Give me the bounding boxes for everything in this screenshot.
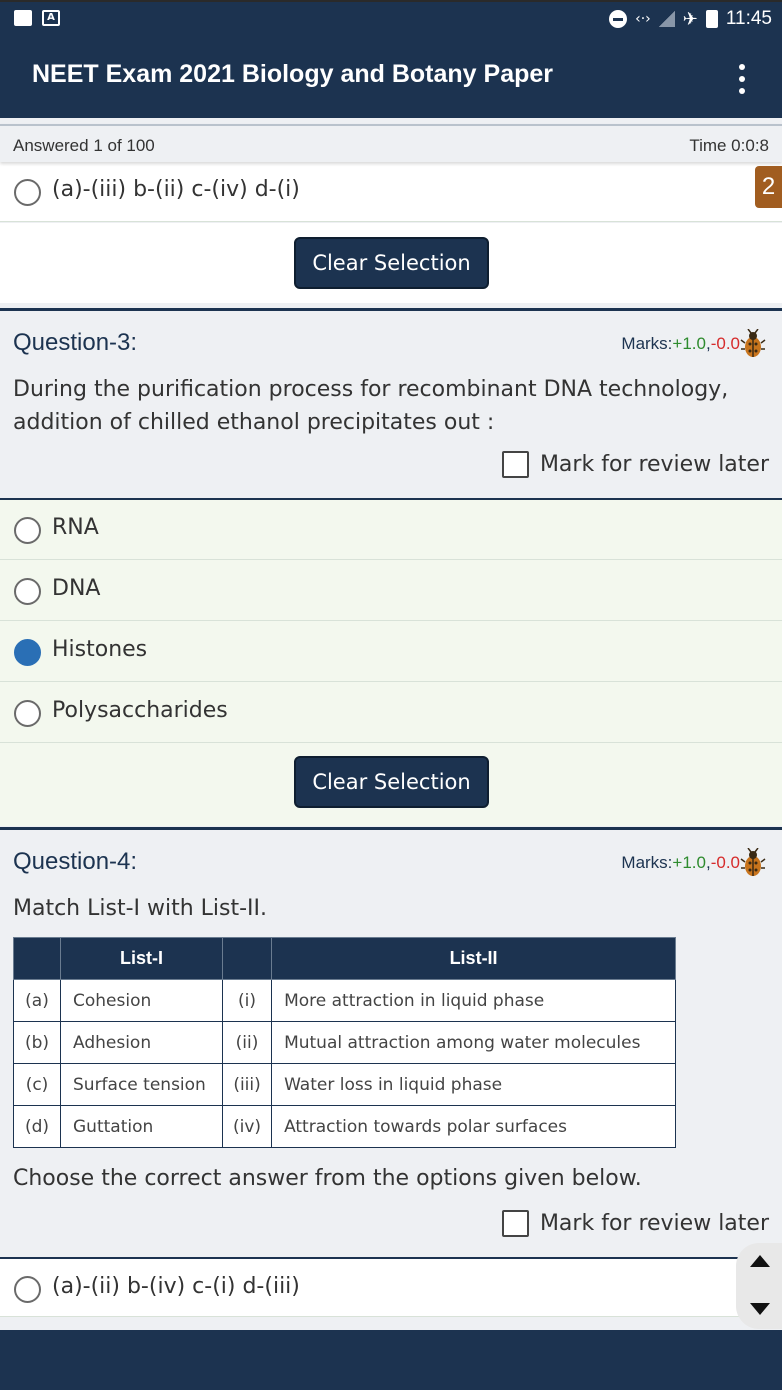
option-q4-1[interactable]: (a)-(ii) b-(iv) c-(i) d-(iii) (0, 1257, 782, 1317)
answered-count: Answered 1 of 100 (13, 136, 155, 155)
table-cell: Surface tension (60, 1063, 223, 1106)
option-label: Histones (52, 637, 148, 662)
question-list[interactable]: (a)-(iii) b-(ii) c-(iv) d-(i) Clear Sele… (0, 162, 782, 1330)
airplane-icon: ✈ (682, 8, 698, 30)
table-cell: More attraction in liquid phase (271, 979, 677, 1022)
bug-report-icon[interactable] (740, 329, 766, 359)
q2-actions: Clear Selection (0, 223, 782, 303)
option-q3-1[interactable]: RNA (0, 500, 782, 560)
marks-positive: +1.0 (672, 334, 706, 353)
radio-button[interactable] (14, 700, 41, 727)
question-3-header: Question-3: Marks: +1.0 , -0.0 During th… (0, 308, 782, 498)
bottom-nav-bar (0, 1330, 782, 1390)
table-cell: Cohesion (60, 979, 223, 1022)
table-row: (d) Guttation (iv) Attraction towards po… (13, 1105, 677, 1148)
table-cell: (c) (13, 1063, 61, 1106)
option-label: DNA (52, 576, 101, 601)
table-header (13, 937, 61, 980)
table-cell: Water loss in liquid phase (271, 1063, 677, 1106)
table-cell: (iv) (221, 1105, 273, 1148)
clear-selection-button[interactable]: Clear Selection (294, 237, 489, 289)
option-q3-3[interactable]: Histones (0, 622, 782, 682)
table-cell: (a) (13, 979, 61, 1022)
table-cell: (d) (13, 1105, 61, 1148)
page-title: NEET Exam 2021 Biology and Botany Paper (32, 60, 553, 88)
option-q2-4[interactable]: (a)-(iii) b-(ii) c-(iv) d-(i) (0, 162, 782, 222)
table-header: List-II (271, 937, 677, 980)
review-checkbox[interactable] (501, 1210, 529, 1237)
table-cell: Adhesion (60, 1021, 223, 1064)
table-row: (c) Surface tension (iii) Water loss in … (13, 1063, 677, 1106)
clear-selection-button[interactable]: Clear Selection (294, 756, 489, 808)
question-text: Match List-I with List-II. (13, 896, 268, 921)
marks-info: Marks: +1.0 , -0.0 (621, 329, 766, 359)
timer: Time 0:0:8 (689, 136, 769, 155)
option-label: Polysaccharides (52, 698, 228, 723)
battery-charging-icon (705, 10, 718, 28)
table-cell: (i) (221, 979, 273, 1022)
review-label: Mark for review later (539, 1211, 769, 1236)
marks-label: Marks: (621, 853, 673, 872)
overflow-menu-icon[interactable] (730, 64, 754, 94)
radio-button[interactable] (14, 1276, 41, 1303)
option-q3-4[interactable]: Polysaccharides (0, 683, 782, 743)
option-label: RNA (52, 515, 99, 540)
marks-info: Marks: +1.0 , -0.0 (621, 848, 766, 878)
marks-label: Marks: (621, 334, 673, 353)
marks-negative: -0.0 (710, 853, 740, 872)
table-cell: Attraction towards polar surfaces (271, 1105, 677, 1148)
data-saver-icon: ‹·› (635, 11, 651, 27)
question-number-badge[interactable]: 2 (755, 166, 782, 208)
question-title: Question-3: (13, 329, 138, 356)
question-3-options: RNA DNA Histones Polysaccharides Clear S… (0, 498, 782, 826)
scroll-down-icon[interactable] (750, 1303, 770, 1315)
review-checkbox[interactable] (501, 451, 529, 478)
progress-bar: Answered 1 of 100 Time 0:0:8 (0, 124, 782, 162)
table-cell: Guttation (60, 1105, 223, 1148)
radio-button[interactable] (14, 578, 41, 605)
option-q3-2[interactable]: DNA (0, 561, 782, 621)
radio-button-selected[interactable] (14, 639, 41, 666)
table-header (221, 937, 273, 980)
radio-button[interactable] (14, 179, 41, 206)
question-4-header: Question-4: Marks: +1.0 , -0.0 Match Lis… (0, 827, 782, 1255)
marks-positive: +1.0 (672, 853, 706, 872)
question-text: During the purification process for reco… (13, 377, 729, 435)
marks-negative: -0.0 (710, 334, 740, 353)
bug-report-icon[interactable] (740, 848, 766, 878)
question-instruction: Choose the correct answer from the optio… (13, 1166, 642, 1191)
dnd-icon (609, 10, 628, 28)
table-cell: (iii) (221, 1063, 273, 1106)
image-icon (14, 10, 32, 26)
table-cell: (b) (13, 1021, 61, 1064)
no-signal-icon (658, 11, 675, 27)
table-row: (b) Adhesion (ii) Mutual attraction amon… (13, 1021, 677, 1064)
mark-review[interactable]: Mark for review later (501, 451, 769, 478)
table-row: (a) Cohesion (i) More attraction in liqu… (13, 979, 677, 1022)
table-cell: (ii) (221, 1021, 273, 1064)
app-bar: NEET Exam 2021 Biology and Botany Paper (0, 34, 782, 118)
option-label: (a)-(ii) b-(iv) c-(i) d-(iii) (52, 1274, 300, 1299)
table-header-row: List-I List-II (13, 937, 677, 980)
a-icon: A (42, 10, 60, 26)
mark-review[interactable]: Mark for review later (501, 1210, 769, 1237)
table-header: List-I (60, 937, 223, 980)
question-title: Question-4: (13, 848, 138, 875)
table-cell: Mutual attraction among water molecules (271, 1021, 677, 1064)
option-label: (a)-(iii) b-(ii) c-(iv) d-(i) (52, 177, 300, 202)
status-bar: A ‹·› ✈ 11:45 (0, 0, 782, 34)
match-table: List-I List-II (a) Cohesion (i) More att… (13, 937, 677, 1148)
clock: 11:45 (725, 8, 772, 29)
review-label: Mark for review later (539, 452, 769, 477)
radio-button[interactable] (14, 517, 41, 544)
scroll-up-icon[interactable] (750, 1255, 770, 1267)
scroll-control (736, 1243, 782, 1329)
